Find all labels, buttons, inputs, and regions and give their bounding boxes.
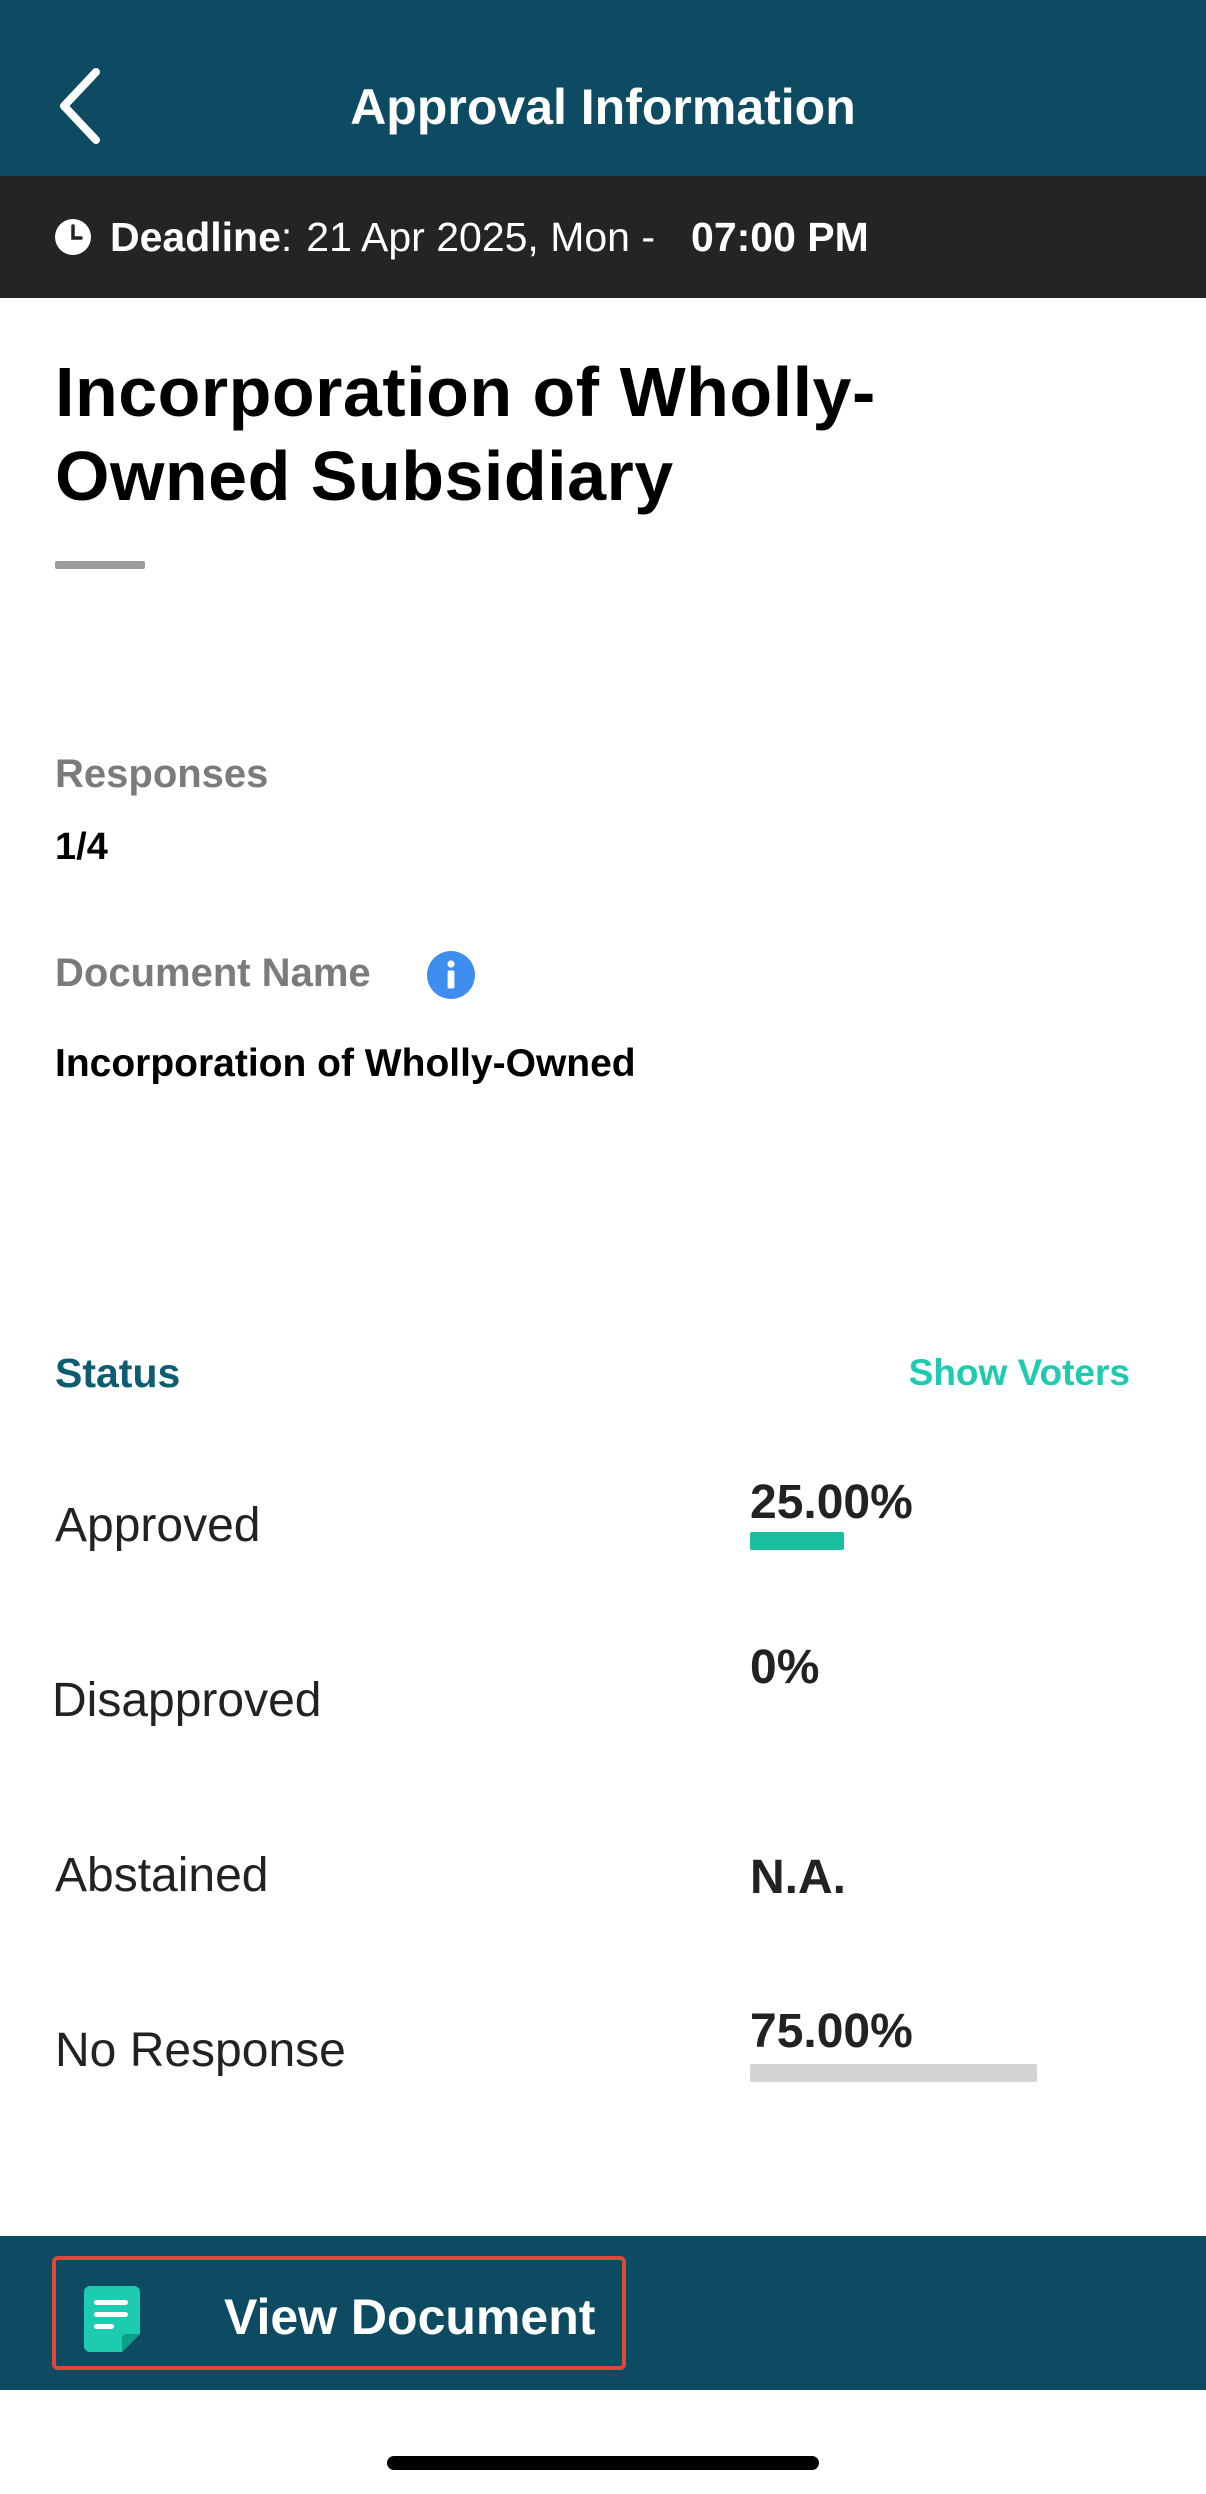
app-header: Approval Information <box>0 0 1206 176</box>
document-title-line2: Owned Subsidiary <box>55 437 674 515</box>
responses-value: 1/4 <box>55 826 108 868</box>
view-document-button[interactable]: View Document <box>52 2256 626 2370</box>
home-indicator <box>387 2456 819 2470</box>
document-name-value: Incorporation of Wholly-Owned <box>55 1042 636 1085</box>
status-heading: Status <box>55 1350 181 1396</box>
no-response-bar-fill <box>750 2064 1037 2082</box>
document-icon <box>84 2286 140 2352</box>
deadline-bar: Deadline : 21 Apr 2025, Mon - 07:00 PM <box>0 176 1206 298</box>
show-voters-link[interactable]: Show Voters <box>909 1352 1130 1394</box>
approved-bar-fill <box>750 1532 844 1550</box>
status-row-approved-bar <box>750 1532 1126 1550</box>
clock-icon <box>55 219 91 255</box>
deadline-date: 21 Apr 2025, Mon - <box>306 213 656 260</box>
status-row-approved-label: Approved <box>55 1499 261 1552</box>
document-title-line1: Incorporation of Wholly- <box>55 353 876 431</box>
status-row-no-response-value: 75.00% <box>750 2005 913 2058</box>
deadline-label: Deadline <box>110 213 281 260</box>
status-row-approved-value: 25.00% <box>750 1476 913 1529</box>
status-row-no-response-bar <box>750 2064 1132 2082</box>
document-title: Incorporation of Wholly- Owned Subsidiar… <box>55 350 1015 518</box>
bottom-action-bar: View Document <box>0 2236 1206 2390</box>
responses-label: Responses <box>55 752 269 796</box>
deadline-colon: : <box>280 213 293 260</box>
status-row-abstained-value: N.A. <box>750 1851 846 1904</box>
status-row-abstained-label: Abstained <box>55 1849 269 1902</box>
status-row-disapproved-value: 0% <box>750 1641 820 1694</box>
page-title: Approval Information <box>350 79 856 135</box>
info-icon[interactable] <box>426 950 476 1000</box>
deadline-time: 07:00 PM <box>691 213 869 260</box>
status-row-disapproved-label: Disapproved <box>52 1674 322 1727</box>
title-divider <box>55 561 145 569</box>
view-document-label: View Document <box>224 2289 596 2345</box>
status-row-no-response-label: No Response <box>55 2024 346 2077</box>
document-name-label: Document Name <box>55 951 371 995</box>
